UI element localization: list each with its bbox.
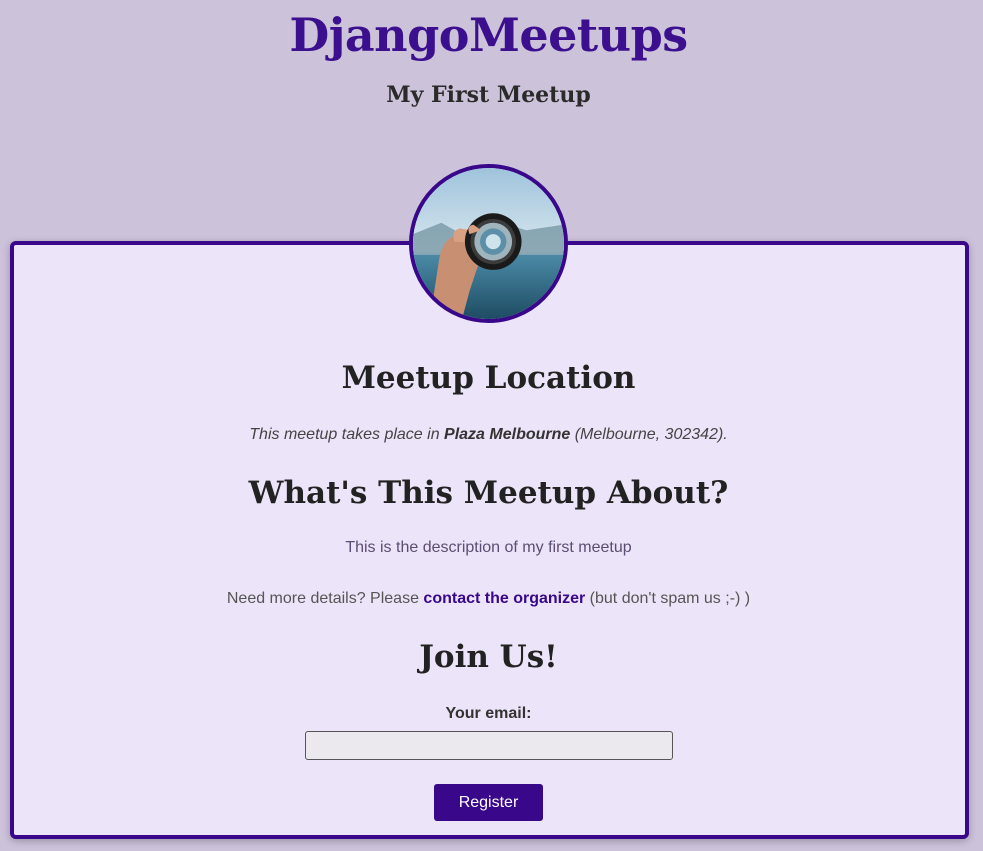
contact-organizer-link[interactable]: contact the organizer [423,590,585,607]
join-heading: Join Us! [419,639,558,675]
venue-name: Plaza Melbourne [444,426,571,443]
site-title: DjangoMeetups [289,8,688,62]
location-suffix: (Melbourne, 302342). [570,426,728,443]
location-heading: Meetup Location [341,360,636,396]
location-text: This meetup takes place in Plaza Melbour… [0,426,977,444]
location-prefix: This meetup takes place in [249,426,445,443]
contact-line: Need more details? Please contact the or… [0,590,977,608]
email-label: Your email: [445,705,532,722]
meetup-image [409,164,568,323]
meetup-description: This is the description of my first meet… [345,539,632,556]
meetup-title: My First Meetup [386,82,591,108]
register-button[interactable]: Register [434,784,543,821]
lens-photo-icon [413,168,564,319]
contact-suffix: (but don't spam us ;-) ) [585,590,751,607]
contact-prefix: Need more details? Please [226,590,424,607]
email-input[interactable] [305,731,673,760]
about-heading: What's This Meetup About? [248,475,729,511]
